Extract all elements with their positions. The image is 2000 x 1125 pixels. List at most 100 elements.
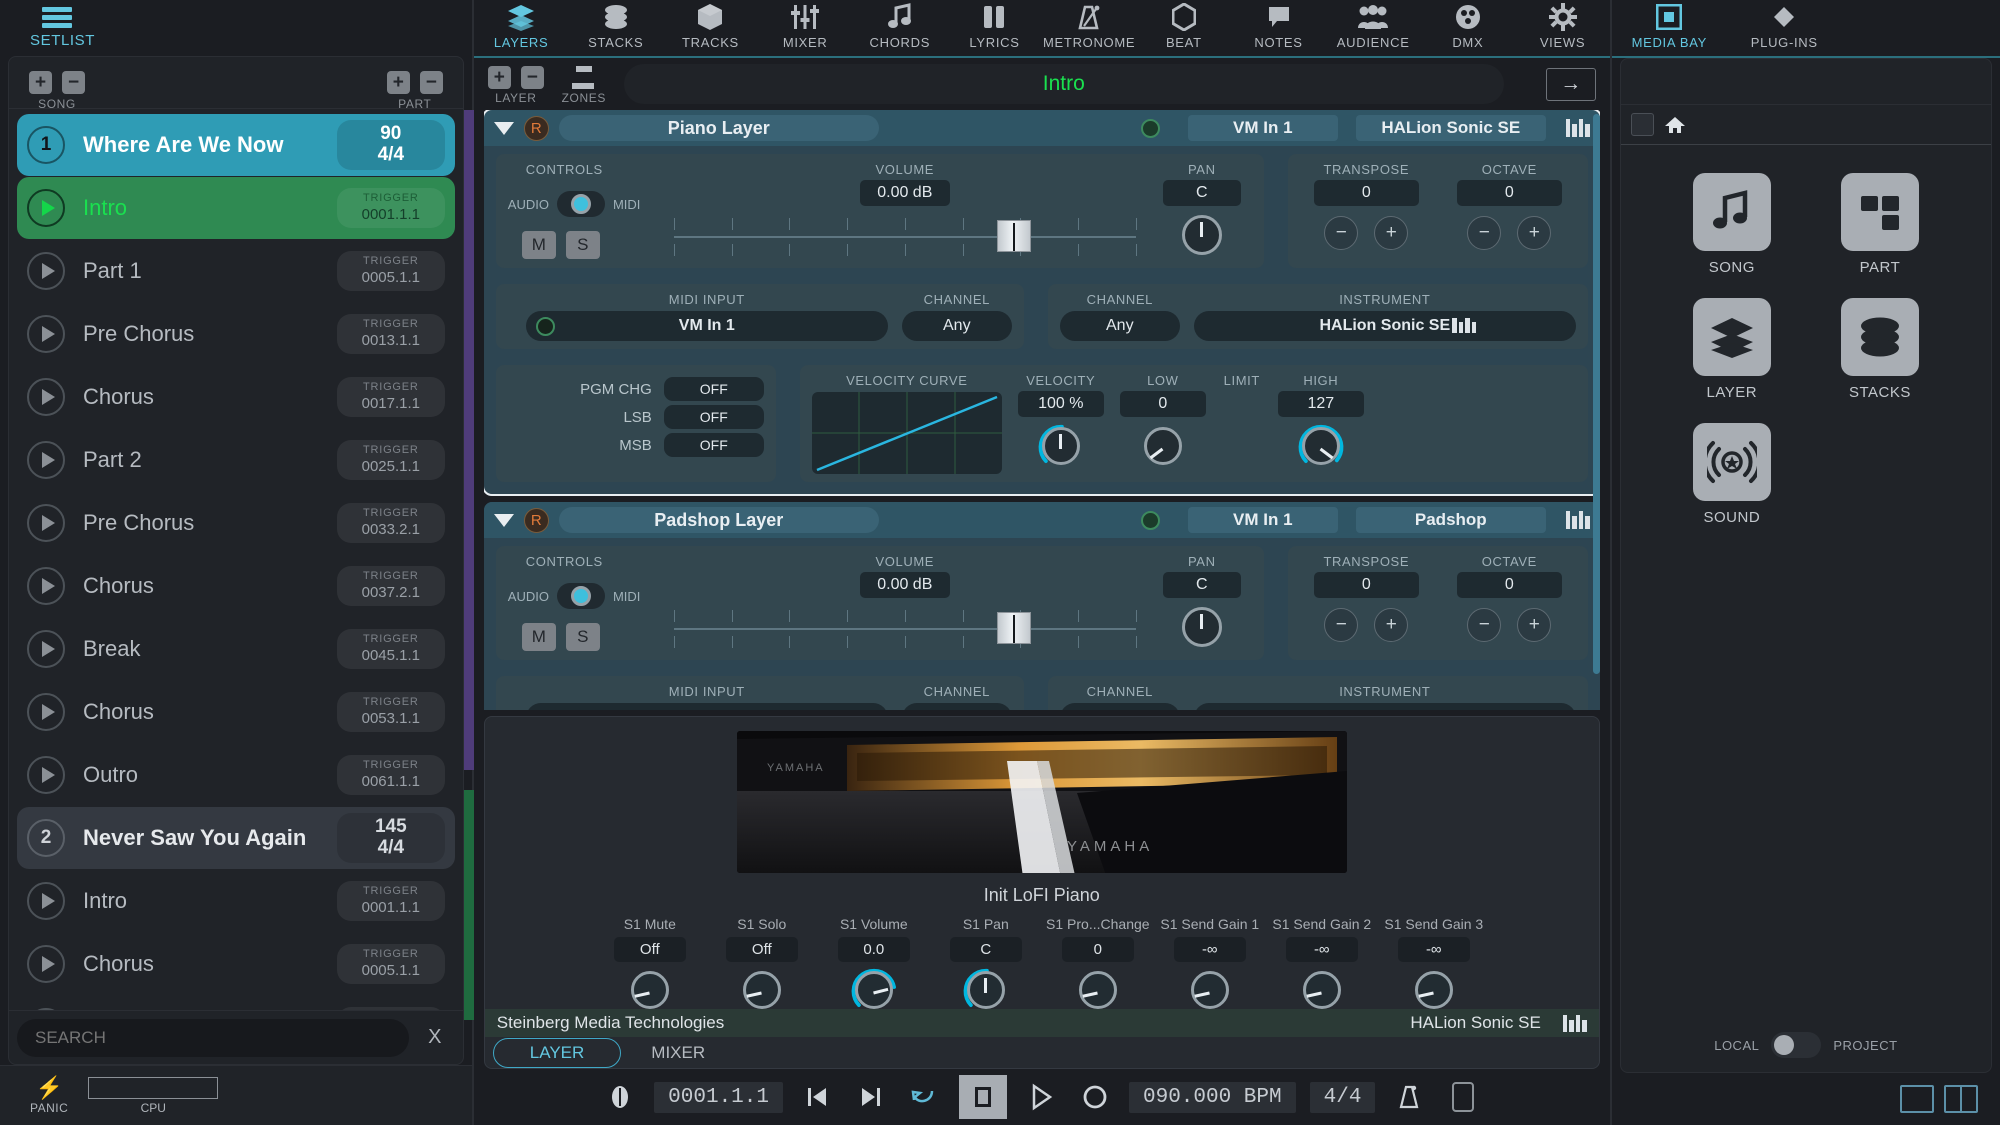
record-enable-button[interactable]: R <box>523 507 549 533</box>
nav-item-metronome[interactable]: METRONOME <box>1042 2 1137 50</box>
skip-back-icon[interactable] <box>797 1077 837 1117</box>
transpose-plus-button[interactable]: + <box>1374 216 1409 250</box>
nav-item-tracks[interactable]: TRACKS <box>663 2 758 50</box>
layer-name[interactable]: Padshop Layer <box>558 507 879 533</box>
instrument-value[interactable]: HALion Sonic SE <box>1193 311 1576 341</box>
volume-fader[interactable] <box>673 606 1137 652</box>
mediabay-item-song[interactable]: SONG <box>1663 173 1801 276</box>
play-icon[interactable] <box>27 630 65 668</box>
hamburger-icon[interactable] <box>42 7 72 28</box>
octave-minus-button[interactable]: − <box>1467 216 1502 250</box>
layer-instrument[interactable]: Padshop <box>1355 507 1546 533</box>
nav-item-notes[interactable]: NOTES <box>1231 2 1326 50</box>
metronome-small-icon[interactable] <box>600 1077 640 1117</box>
keyboard-icon[interactable] <box>1562 1014 1587 1032</box>
layer-instrument[interactable]: HALion Sonic SE <box>1355 115 1546 141</box>
nav-item-lyrics[interactable]: LYRICS <box>947 2 1042 50</box>
mediabay-item-stacks[interactable]: STACKS <box>1811 298 1949 401</box>
add-song-button[interactable]: + <box>29 71 52 94</box>
select-all-checkbox[interactable] <box>1630 113 1654 136</box>
skip-forward-icon[interactable] <box>851 1077 891 1117</box>
setlist-part-row[interactable]: Pre Chorus TRIGGER 0033.2.1 <box>17 492 455 554</box>
nav-item-layers[interactable]: LAYERS <box>474 2 569 50</box>
zones-icon[interactable] <box>571 65 596 89</box>
setlist-song-row[interactable]: 2 Never Saw You Again 145 4/4 <box>17 807 455 869</box>
play-icon[interactable] <box>27 315 65 353</box>
volume-value[interactable]: 0.00 dB <box>859 572 950 598</box>
layers-scrollbar[interactable] <box>1592 114 1600 674</box>
param-knob[interactable] <box>1190 971 1229 1010</box>
octave-value[interactable]: 0 <box>1456 180 1562 206</box>
setlist-part-row[interactable]: Part 2 TRIGGER 0025.1.1 <box>17 429 455 491</box>
blank-square-icon[interactable] <box>1443 1077 1483 1117</box>
time-signature-field[interactable]: 4/4 <box>1309 1081 1376 1113</box>
setlist-part-row[interactable]: Chorus TRIGGER 0017.1.1 <box>17 366 455 428</box>
mute-button[interactable]: M <box>521 231 556 259</box>
play-icon[interactable] <box>27 441 65 479</box>
layer-midi-input[interactable]: VM In 1 <box>1187 507 1338 533</box>
msb-value[interactable]: OFF <box>663 433 764 457</box>
nav-item-chords[interactable]: CHORDS <box>852 2 947 50</box>
play-icon[interactable] <box>27 378 65 416</box>
param-value[interactable]: -∞ <box>1173 937 1246 963</box>
search-input[interactable] <box>17 1018 409 1057</box>
pan-value[interactable]: C <box>1162 180 1241 206</box>
transpose-minus-button[interactable]: − <box>1324 608 1359 642</box>
nav-item-stacks[interactable]: STACKS <box>568 2 663 50</box>
nav-item-beat[interactable]: BEAT <box>1137 2 1232 50</box>
mediabay-item-part[interactable]: PART <box>1811 173 1949 276</box>
audio-midi-toggle[interactable] <box>556 191 605 217</box>
layout-split-button[interactable] <box>1943 1085 1978 1113</box>
add-layer-button[interactable]: + <box>487 65 511 89</box>
param-value[interactable]: -∞ <box>1285 937 1358 963</box>
local-project-toggle[interactable] <box>1771 1032 1822 1058</box>
tab-layer[interactable]: LAYER <box>492 1037 622 1068</box>
solo-button[interactable]: S <box>565 231 600 259</box>
play-icon[interactable] <box>27 882 65 920</box>
mediabay-search[interactable] <box>1620 59 1991 105</box>
low-value[interactable]: 0 <box>1119 391 1206 417</box>
transpose-value[interactable]: 0 <box>1313 572 1419 598</box>
midi-input-value[interactable] <box>525 703 888 710</box>
home-icon[interactable] <box>1664 115 1686 135</box>
param-value[interactable]: 0 <box>1061 937 1134 963</box>
stop-button[interactable] <box>958 1075 1007 1119</box>
in-channel-value[interactable] <box>901 703 1012 710</box>
mediabay-item-layer[interactable]: LAYER <box>1663 298 1801 401</box>
param-knob[interactable] <box>1302 971 1341 1010</box>
remove-song-button[interactable]: − <box>62 71 85 94</box>
transpose-minus-button[interactable]: − <box>1324 216 1359 250</box>
octave-plus-button[interactable]: + <box>1517 216 1552 250</box>
play-icon[interactable] <box>27 252 65 290</box>
instrument-value[interactable] <box>1193 703 1576 710</box>
setlist-part-row[interactable]: Chorus TRIGGER 0053.1.1 <box>17 681 455 743</box>
chevron-down-icon[interactable] <box>493 513 514 527</box>
audio-midi-toggle[interactable] <box>556 583 605 609</box>
tab-mixer[interactable]: MIXER <box>651 1043 705 1063</box>
param-knob[interactable] <box>1414 971 1453 1010</box>
layout-single-button[interactable] <box>1899 1085 1934 1113</box>
velocity-curve-graph[interactable] <box>811 392 1002 474</box>
layer-header[interactable]: R Piano Layer VM In 1 HALion Sonic SE <box>483 110 1600 146</box>
layer-midi-input[interactable]: VM In 1 <box>1187 115 1338 141</box>
setlist-part-row[interactable]: Break TRIGGER 0045.1.1 <box>17 618 455 680</box>
tempo-field[interactable]: 090.000 BPM <box>1128 1081 1296 1113</box>
play-button[interactable] <box>1021 1077 1061 1117</box>
nav-item-views[interactable]: VIEWS <box>1515 2 1610 50</box>
record-enable-button[interactable]: R <box>523 115 549 141</box>
play-icon[interactable] <box>27 693 65 731</box>
play-icon[interactable] <box>27 567 65 605</box>
nav-item-audience[interactable]: AUDIENCE <box>1326 2 1421 50</box>
setlist-part-row[interactable]: Outro TRIGGER 0061.1.1 <box>17 744 455 806</box>
param-value[interactable]: Off <box>613 937 686 963</box>
play-icon[interactable] <box>27 945 65 983</box>
setlist-part-row[interactable]: Intro TRIGGER 0001.1.1 <box>17 177 455 239</box>
param-knob[interactable] <box>630 971 669 1010</box>
volume-fader[interactable] <box>673 214 1137 260</box>
keyboard-icon[interactable] <box>1565 511 1590 529</box>
octave-plus-button[interactable]: + <box>1517 608 1552 642</box>
setlist-part-row[interactable]: Intro TRIGGER 0001.1.1 <box>17 870 455 932</box>
param-knob[interactable] <box>742 971 781 1010</box>
out-channel-value[interactable] <box>1059 703 1180 710</box>
remove-part-button[interactable]: − <box>419 71 443 94</box>
